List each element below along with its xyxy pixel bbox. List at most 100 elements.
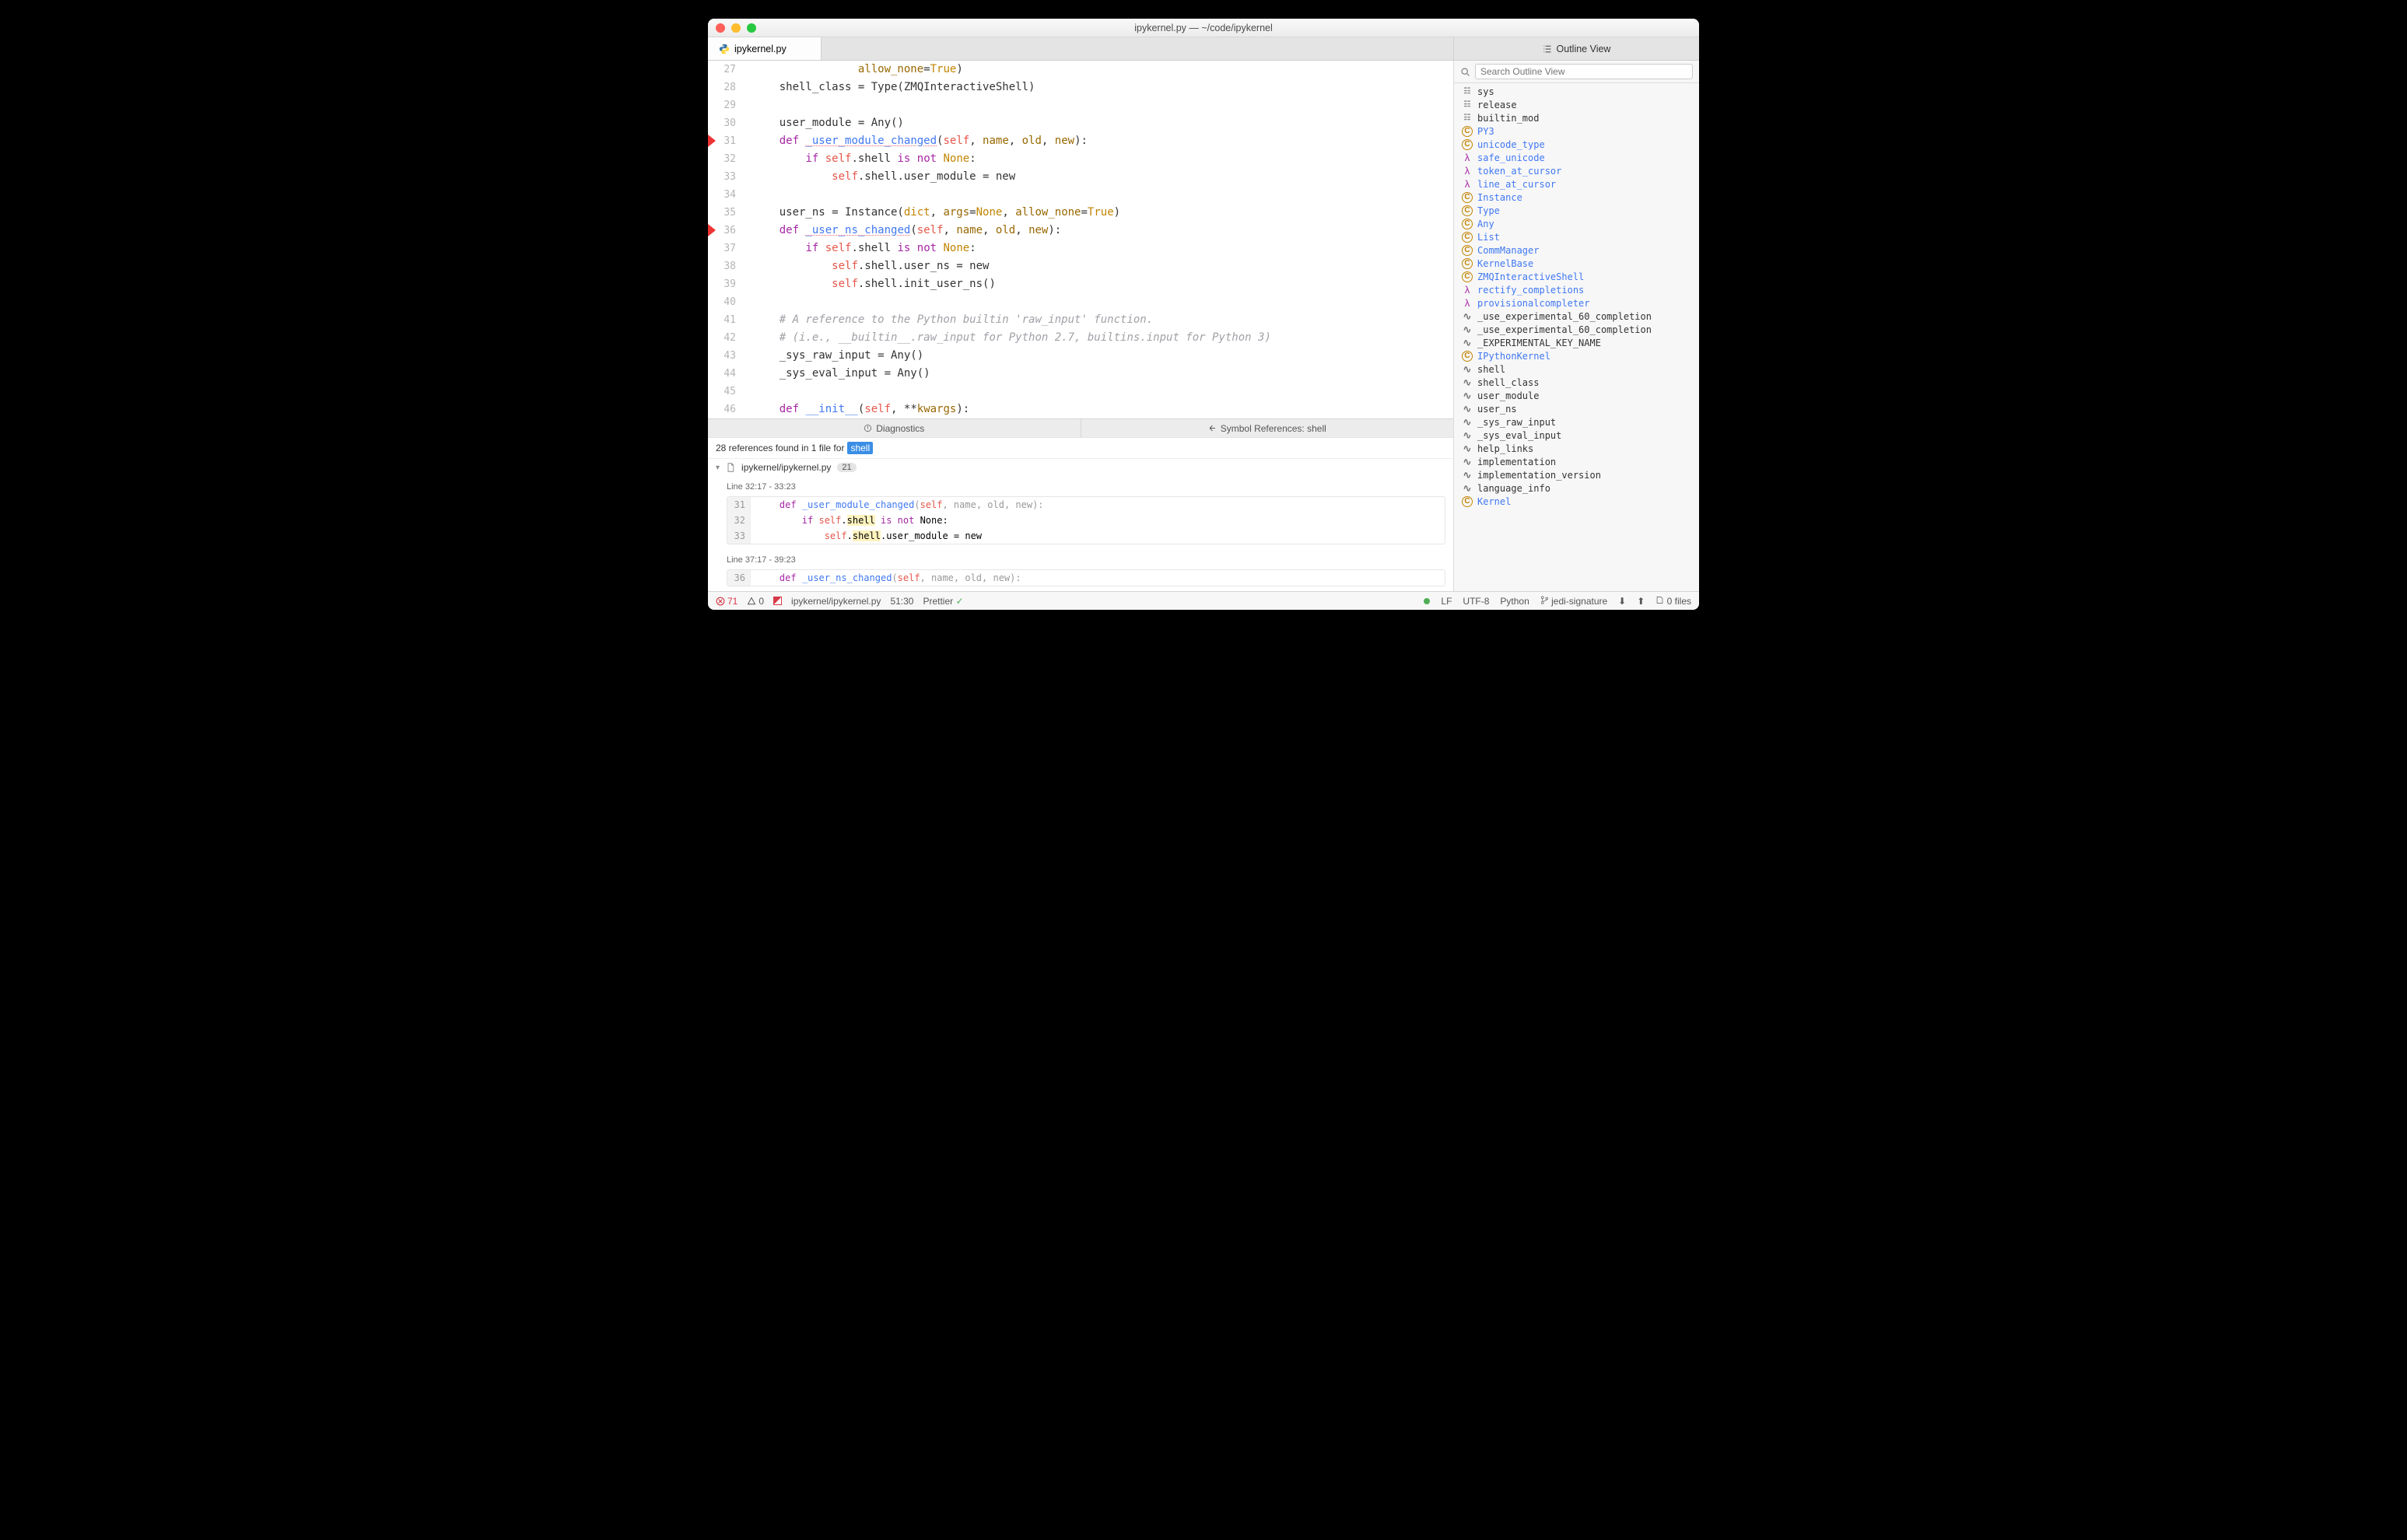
line-content[interactable]: user_module = Any() xyxy=(747,114,904,132)
status-line-ending[interactable]: LF xyxy=(1441,596,1452,607)
status-git-branch[interactable]: jedi-signature xyxy=(1540,596,1607,607)
status-errors[interactable]: 71 xyxy=(716,596,738,607)
outline-item[interactable]: Type xyxy=(1454,204,1699,217)
editor-line[interactable]: 42 # (i.e., __builtin__.raw_input for Py… xyxy=(708,329,1453,347)
tab-diagnostics[interactable]: Diagnostics xyxy=(708,419,1081,437)
outline-item[interactable]: sys xyxy=(1454,85,1699,98)
zoom-window-button[interactable] xyxy=(747,23,756,33)
line-number[interactable]: 31 xyxy=(708,132,747,150)
editor-tab[interactable]: ipykernel.py xyxy=(708,37,822,60)
close-window-button[interactable] xyxy=(716,23,725,33)
line-content[interactable]: _sys_eval_input = Any() xyxy=(747,365,930,383)
outline-item[interactable]: _sys_raw_input xyxy=(1454,415,1699,429)
outline-item[interactable]: _sys_eval_input xyxy=(1454,429,1699,442)
line-content[interactable]: def _user_ns_changed(self, name, old, ne… xyxy=(747,222,1061,240)
reference-code-preview[interactable]: 36 def _user_ns_changed(self, name, old,… xyxy=(727,569,1445,586)
status-files[interactable]: 0 files xyxy=(1655,596,1691,607)
outline-item[interactable]: help_links xyxy=(1454,442,1699,455)
line-content[interactable]: self.shell.user_module = new xyxy=(747,168,1015,186)
outline-item[interactable]: implementation_version xyxy=(1454,468,1699,481)
tab-symbol-references[interactable]: Symbol References: shell xyxy=(1081,419,1454,437)
outline-panel-title[interactable]: Outline View xyxy=(1453,37,1699,60)
reference-line[interactable]: 32 if self.shell is not None: xyxy=(727,513,1445,528)
line-content[interactable]: self.shell.user_ns = new xyxy=(747,257,989,275)
line-number[interactable]: 30 xyxy=(708,114,747,132)
status-encoding[interactable]: UTF-8 xyxy=(1463,596,1489,607)
line-number[interactable]: 35 xyxy=(708,204,747,222)
line-number[interactable]: 36 xyxy=(708,222,747,240)
editor-line[interactable]: 46 def __init__(self, **kwargs): xyxy=(708,401,1453,418)
line-number[interactable]: 32 xyxy=(708,150,747,168)
editor-line[interactable]: 37 if self.shell is not None: xyxy=(708,240,1453,257)
status-file-path[interactable]: ipykernel/ipykernel.py xyxy=(791,596,881,607)
line-number[interactable]: 34 xyxy=(708,186,747,204)
status-warnings[interactable]: 0 xyxy=(747,596,764,607)
line-number[interactable]: 42 xyxy=(708,329,747,347)
outline-item[interactable]: safe_unicode xyxy=(1454,151,1699,164)
line-number[interactable]: 44 xyxy=(708,365,747,383)
outline-item[interactable]: KernelBase xyxy=(1454,257,1699,270)
line-number[interactable]: 37 xyxy=(708,240,747,257)
line-content[interactable]: self.shell.init_user_ns() xyxy=(747,275,996,293)
minimize-window-button[interactable] xyxy=(731,23,741,33)
line-content[interactable]: shell_class = Type(ZMQInteractiveShell) xyxy=(747,79,1035,96)
line-number[interactable]: 41 xyxy=(708,311,747,329)
line-number[interactable]: 27 xyxy=(708,61,747,79)
reference-line[interactable]: 33 self.shell.user_module = new xyxy=(727,528,1445,544)
linter-status-icon[interactable] xyxy=(773,597,782,605)
line-number[interactable]: 46 xyxy=(708,401,747,418)
reference-block[interactable]: Line 37:17 - 39:2336 def _user_ns_change… xyxy=(708,549,1453,591)
editor-line[interactable]: 38 self.shell.user_ns = new xyxy=(708,257,1453,275)
outline-item[interactable]: user_ns xyxy=(1454,402,1699,415)
editor-line[interactable]: 40 xyxy=(708,293,1453,311)
outline-item[interactable]: release xyxy=(1454,98,1699,111)
line-content[interactable]: _sys_raw_input = Any() xyxy=(747,347,923,365)
line-number[interactable]: 29 xyxy=(708,96,747,114)
editor-line[interactable]: 28 shell_class = Type(ZMQInteractiveShel… xyxy=(708,79,1453,96)
outline-item[interactable]: unicode_type xyxy=(1454,138,1699,151)
outline-item[interactable]: PY3 xyxy=(1454,124,1699,138)
outline-item[interactable]: implementation xyxy=(1454,455,1699,468)
references-file-header[interactable]: ▾ ipykernel/ipykernel.py 21 xyxy=(708,458,1453,476)
line-content[interactable]: # A reference to the Python builtin 'raw… xyxy=(747,311,1153,329)
status-prettier[interactable]: Prettier ✓ xyxy=(923,596,963,607)
line-content[interactable]: # (i.e., __builtin__.raw_input for Pytho… xyxy=(747,329,1271,347)
editor-line[interactable]: 43 _sys_raw_input = Any() xyxy=(708,347,1453,365)
line-number[interactable]: 40 xyxy=(708,293,747,311)
reference-code-preview[interactable]: 31 def _user_module_changed(self, name, … xyxy=(727,496,1445,544)
titlebar[interactable]: ipykernel.py — ~/code/ipykernel xyxy=(708,19,1699,37)
editor-line[interactable]: 39 self.shell.init_user_ns() xyxy=(708,275,1453,293)
outline-item[interactable]: List xyxy=(1454,230,1699,243)
editor-line[interactable]: 29 xyxy=(708,96,1453,114)
editor-line[interactable]: 45 xyxy=(708,383,1453,401)
reference-block[interactable]: Line 32:17 - 33:2331 def _user_module_ch… xyxy=(708,476,1453,549)
reference-line[interactable]: 36 def _user_ns_changed(self, name, old,… xyxy=(727,570,1445,586)
outline-item[interactable]: line_at_cursor xyxy=(1454,177,1699,191)
outline-item[interactable]: _use_experimental_60_completion xyxy=(1454,323,1699,336)
status-connection-indicator[interactable] xyxy=(1424,598,1430,604)
outline-item[interactable]: shell_class xyxy=(1454,376,1699,389)
editor-line[interactable]: 30 user_module = Any() xyxy=(708,114,1453,132)
line-number[interactable]: 39 xyxy=(708,275,747,293)
line-content[interactable]: user_ns = Instance(dict, args=None, allo… xyxy=(747,204,1120,222)
outline-item[interactable]: _use_experimental_60_completion xyxy=(1454,310,1699,323)
arrow-down-icon[interactable]: ⬇ xyxy=(1618,596,1626,607)
outline-item[interactable]: token_at_cursor xyxy=(1454,164,1699,177)
outline-item[interactable]: _EXPERIMENTAL_KEY_NAME xyxy=(1454,336,1699,349)
line-number[interactable]: 45 xyxy=(708,383,747,401)
editor-line[interactable]: 31 def _user_module_changed(self, name, … xyxy=(708,132,1453,150)
outline-item[interactable]: ZMQInteractiveShell xyxy=(1454,270,1699,283)
outline-item[interactable]: Any xyxy=(1454,217,1699,230)
editor-line[interactable]: 35 user_ns = Instance(dict, args=None, a… xyxy=(708,204,1453,222)
outline-search-input[interactable] xyxy=(1475,64,1693,79)
editor-line[interactable]: 34 xyxy=(708,186,1453,204)
code-editor[interactable]: 27 allow_none=True)28 shell_class = Type… xyxy=(708,61,1453,418)
outline-item[interactable]: builtin_mod xyxy=(1454,111,1699,124)
status-language[interactable]: Python xyxy=(1500,596,1529,607)
editor-line[interactable]: 41 # A reference to the Python builtin '… xyxy=(708,311,1453,329)
editor-line[interactable]: 27 allow_none=True) xyxy=(708,61,1453,79)
outline-item[interactable]: Kernel xyxy=(1454,495,1699,508)
line-number[interactable]: 43 xyxy=(708,347,747,365)
reference-line[interactable]: 31 def _user_module_changed(self, name, … xyxy=(727,497,1445,513)
outline-item[interactable]: CommManager xyxy=(1454,243,1699,257)
